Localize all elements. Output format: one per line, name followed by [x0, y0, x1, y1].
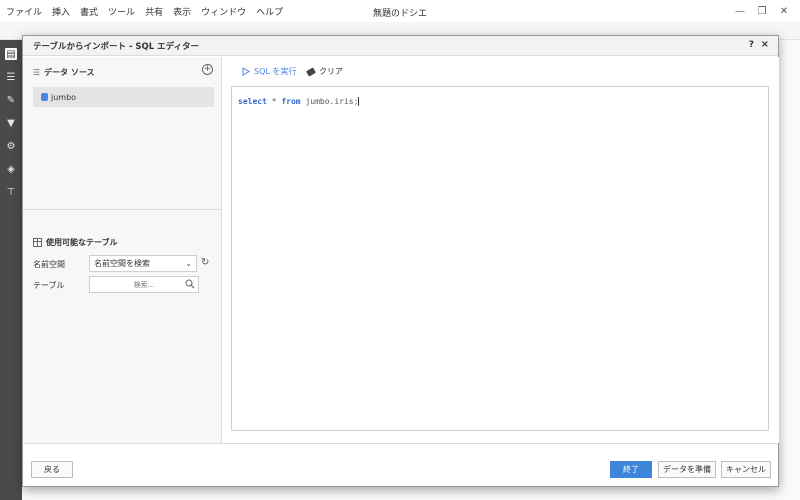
menu-help[interactable]: ヘルプ	[256, 5, 283, 18]
window-controls: — ❐ ✕	[728, 2, 794, 20]
left-panel: ☰ データ ソース + jumbo 使用可能なテーブル 名前空間 名前空間を検索…	[23, 57, 222, 443]
left-icon-sidebar: ▤ ☰ ✎ ▼ ⚙ ◈ ⊤	[0, 40, 22, 500]
table-search-input[interactable]: 検索...	[89, 276, 199, 293]
divider	[23, 209, 222, 210]
chevron-down-icon: ⌄	[185, 259, 192, 268]
prepare-data-button[interactable]: データを準備	[658, 461, 716, 478]
text-caret	[358, 97, 360, 106]
page-icon[interactable]: ▤	[5, 48, 17, 60]
restore-icon[interactable]: ❐	[752, 2, 772, 20]
database-icon: ☰	[33, 68, 41, 77]
refresh-icon[interactable]: ↻	[201, 257, 209, 268]
layers-icon[interactable]: ◈	[5, 163, 17, 175]
namespace-select[interactable]: 名前空間を検索 ⌄	[89, 255, 197, 272]
clear-button[interactable]: クリア	[306, 66, 343, 77]
dialog-title: テーブルからインポート - SQL エディター	[33, 41, 200, 52]
menu-tools[interactable]: ツール	[108, 5, 135, 18]
format-painter-icon[interactable]: ⊤	[5, 186, 17, 198]
menu-share[interactable]: 共有	[145, 5, 163, 18]
database-icon	[41, 93, 48, 101]
cancel-button[interactable]: キャンセル	[721, 461, 771, 478]
available-tables-label: 使用可能なテーブル	[46, 238, 118, 247]
gear-icon[interactable]: ⚙	[5, 140, 17, 152]
play-icon	[242, 67, 250, 76]
menu-window[interactable]: ウィンドウ	[201, 5, 246, 18]
sql-editor[interactable]: select * from jumbo.iris;	[231, 86, 769, 431]
edit-icon[interactable]: ✎	[5, 94, 17, 106]
sql-keyword-select: select	[238, 97, 267, 106]
datasource-header: ☰ データ ソース	[33, 67, 95, 78]
dialog-footer: 戻る 終了 データを準備 キャンセル	[23, 443, 778, 486]
import-sql-dialog: テーブルからインポート - SQL エディター ? × ☰ データ ソース + …	[22, 35, 779, 487]
sql-keyword-from: from	[281, 97, 301, 106]
close-window-icon[interactable]: ✕	[774, 2, 794, 20]
sql-table-ref: jumbo.iris;	[300, 97, 359, 106]
sql-star: *	[266, 97, 282, 106]
help-icon[interactable]: ?	[749, 40, 754, 50]
menu-items: ファイル 挿入 書式 ツール 共有 表示 ウィンドウ ヘルプ	[0, 5, 293, 18]
close-icon[interactable]: ×	[761, 39, 769, 50]
datasource-header-label: データ ソース	[44, 68, 95, 77]
finish-button[interactable]: 終了	[610, 461, 652, 478]
add-datasource-icon[interactable]: +	[202, 64, 213, 75]
minimize-icon[interactable]: —	[730, 2, 750, 20]
sql-editor-panel: SQL を実行 クリア select * from jumbo.iris;	[223, 57, 779, 443]
filter-icon[interactable]: ▼	[5, 117, 17, 129]
run-sql-label: SQL を実行	[254, 67, 297, 76]
search-icon[interactable]	[185, 279, 195, 291]
menu-insert[interactable]: 挿入	[52, 5, 70, 18]
table-label: テーブル	[33, 281, 65, 290]
eraser-icon	[306, 66, 316, 77]
menu-bar: ファイル 挿入 書式 ツール 共有 表示 ウィンドウ ヘルプ 無題のドシエ — …	[0, 0, 800, 22]
datasets-icon[interactable]: ☰	[5, 71, 17, 83]
menu-file[interactable]: ファイル	[6, 5, 42, 18]
clear-label: クリア	[319, 67, 343, 76]
available-tables-header: 使用可能なテーブル	[33, 237, 118, 248]
datasource-item[interactable]: jumbo	[33, 87, 214, 107]
table-icon	[33, 238, 42, 247]
table-search-placeholder: 検索...	[133, 280, 155, 289]
datasource-item-label: jumbo	[51, 92, 77, 102]
namespace-label: 名前空間	[33, 260, 65, 269]
menu-format[interactable]: 書式	[80, 5, 98, 18]
dialog-header: テーブルからインポート - SQL エディター ? ×	[23, 36, 778, 56]
back-button[interactable]: 戻る	[31, 461, 73, 478]
namespace-select-value: 名前空間を検索	[94, 259, 150, 268]
run-sql-button[interactable]: SQL を実行	[242, 66, 296, 77]
menu-view[interactable]: 表示	[173, 5, 191, 18]
